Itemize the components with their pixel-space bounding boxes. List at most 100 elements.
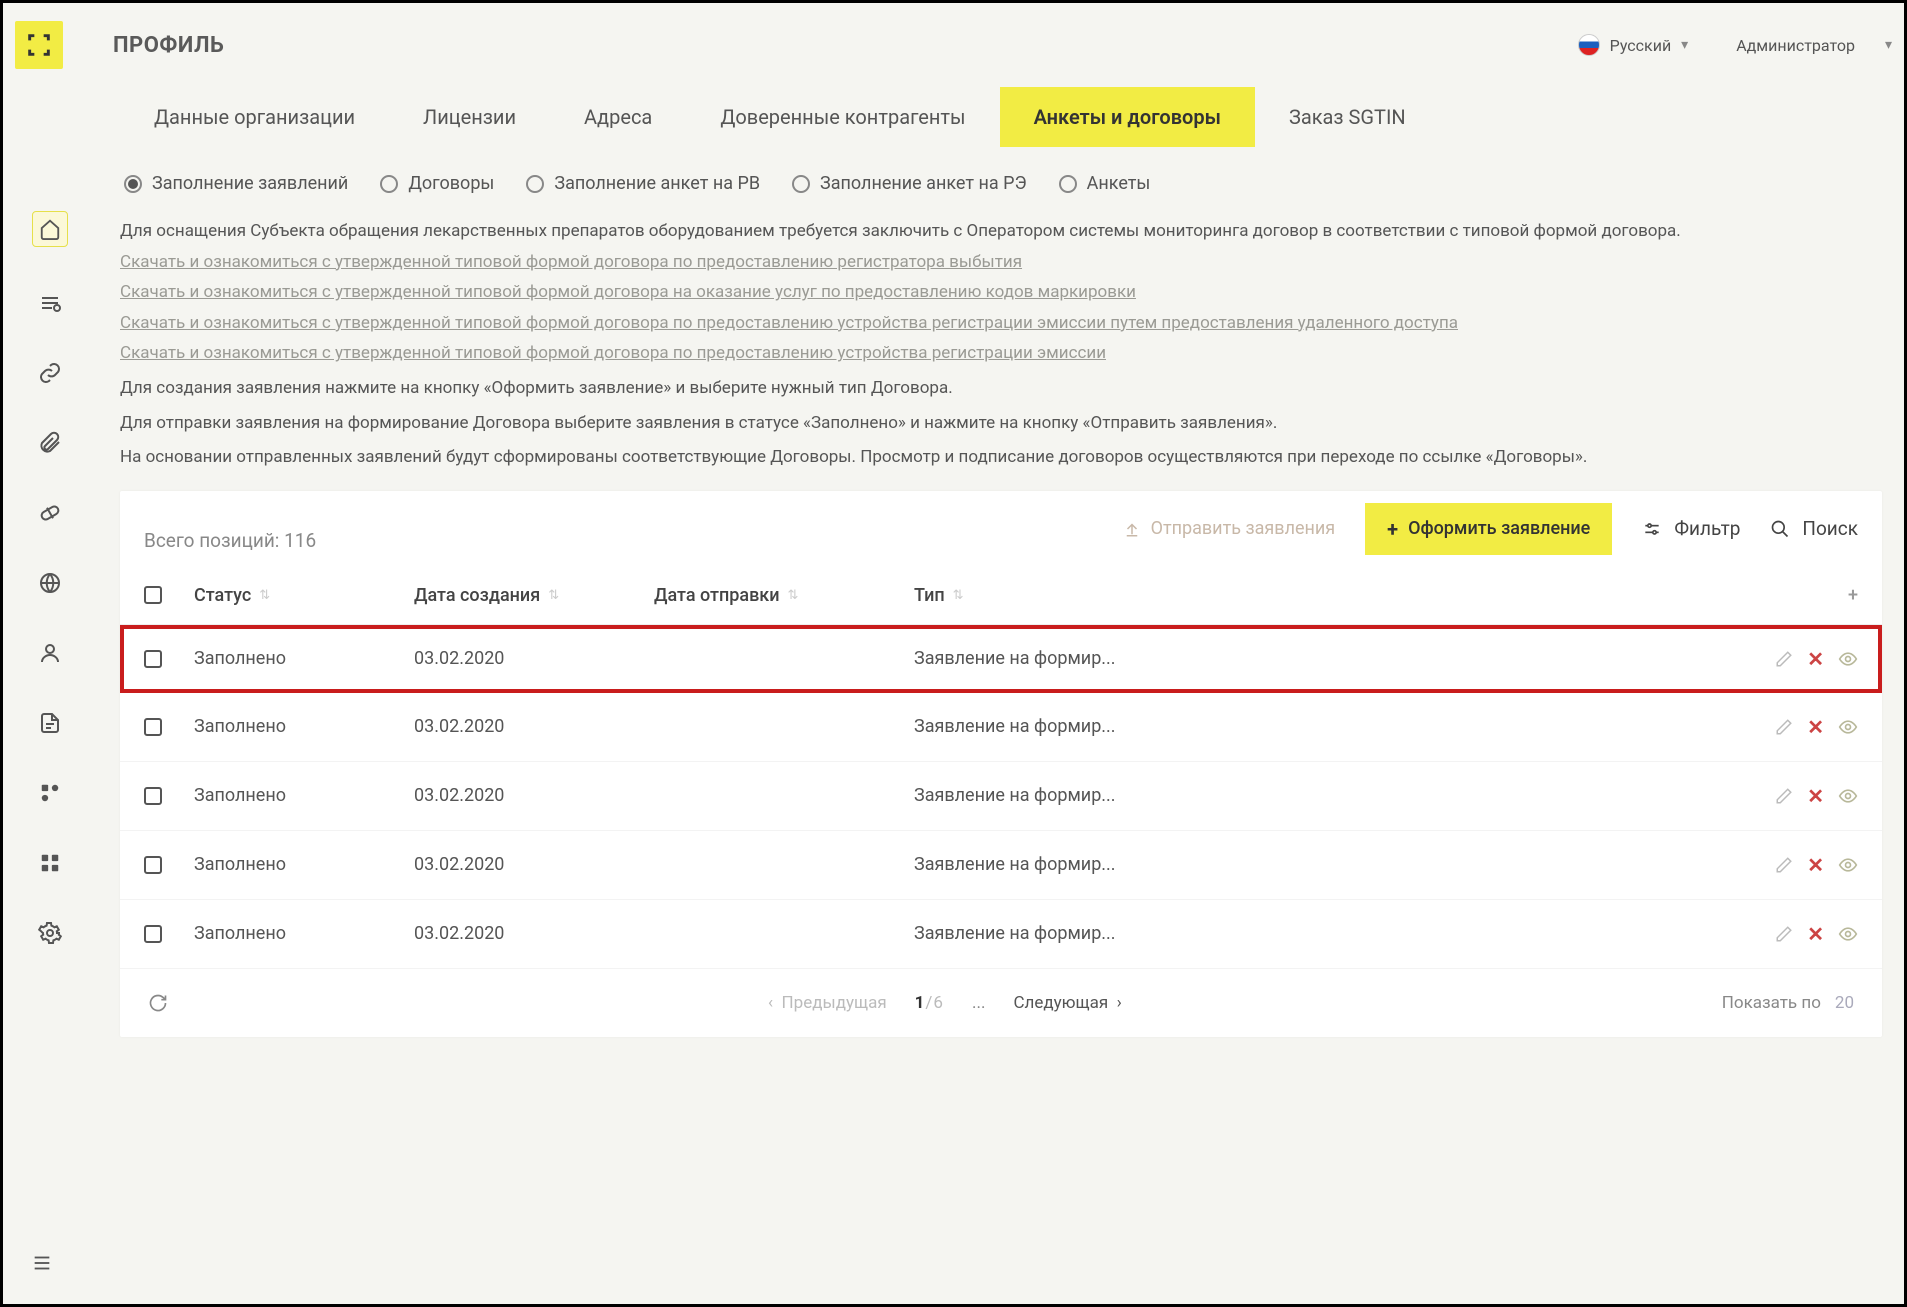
filter-button[interactable]: Фильтр	[1642, 517, 1740, 540]
per-page-value[interactable]: 20	[1835, 993, 1854, 1013]
download-link-2[interactable]: Скачать и ознакомиться с утвержденной ти…	[120, 277, 1882, 308]
radio-0[interactable]: Заполнение заявлений	[124, 173, 348, 194]
row-checkbox[interactable]	[144, 718, 162, 736]
view-icon[interactable]	[1838, 924, 1858, 944]
sidebar-pill[interactable]	[36, 499, 64, 527]
view-icon[interactable]	[1838, 855, 1858, 875]
sidebar-home[interactable]	[32, 211, 68, 247]
row-checkbox[interactable]	[144, 856, 162, 874]
sidebar-attach[interactable]	[36, 429, 64, 457]
sort-icon[interactable]: ⇅	[953, 588, 961, 603]
page-indicator: 1/6	[915, 993, 944, 1013]
per-page-label: Показать по	[1722, 993, 1821, 1013]
cell-type: Заявление на формир...	[914, 716, 1728, 737]
table-row[interactable]: Заполнено03.02.2020Заявление на формир..…	[120, 762, 1882, 831]
select-all-checkbox[interactable]	[144, 586, 162, 604]
info-text: Для создания заявления нажмите на кнопку…	[120, 373, 1882, 404]
tab-5[interactable]: Заказ SGTIN	[1255, 87, 1440, 147]
tab-2[interactable]: Адреса	[550, 87, 686, 147]
edit-icon[interactable]	[1775, 856, 1793, 874]
pagination: ‹ Предыдущая 1/6 ... Следующая › Показат…	[120, 969, 1882, 1037]
sidebar-modules[interactable]	[36, 779, 64, 807]
subtabs-radios: Заполнение заявлений Договоры Заполнение а…	[124, 173, 1882, 194]
sidebar-user[interactable]	[36, 639, 64, 667]
sidebar-registry[interactable]	[36, 289, 64, 317]
table-row[interactable]: Заполнено03.02.2020Заявление на формир..…	[120, 900, 1882, 969]
col-status[interactable]: Статус	[194, 585, 251, 606]
next-page[interactable]: Следующая ›	[1013, 993, 1121, 1013]
cell-status: Заполнено	[194, 648, 414, 669]
delete-icon[interactable]: ✕	[1807, 647, 1824, 671]
sidebar-menu[interactable]	[31, 1252, 53, 1274]
table-row[interactable]: Заполнено03.02.2020Заявление на формир..…	[120, 625, 1882, 693]
table-row[interactable]: Заполнено03.02.2020Заявление на формир..…	[120, 693, 1882, 762]
view-icon[interactable]	[1838, 786, 1858, 806]
delete-icon[interactable]: ✕	[1807, 922, 1824, 946]
delete-icon[interactable]: ✕	[1807, 715, 1824, 739]
col-created[interactable]: Дата создания	[414, 585, 540, 606]
tab-4[interactable]: Анкеты и договоры	[1000, 87, 1255, 147]
sort-icon[interactable]: ⇅	[259, 588, 267, 603]
download-link-4[interactable]: Скачать и ознакомиться с утвержденной ти…	[120, 338, 1882, 369]
sort-icon[interactable]: ⇅	[788, 588, 796, 603]
chevron-down-icon: ▾	[1681, 37, 1688, 53]
plus-icon: +	[1387, 517, 1398, 541]
radio-4[interactable]: Анкеты	[1059, 173, 1151, 194]
row-checkbox[interactable]	[144, 650, 162, 668]
edit-icon[interactable]	[1775, 650, 1793, 668]
radio-label: Договоры	[408, 173, 494, 194]
user-selector[interactable]: Администратор ▾	[1736, 36, 1892, 55]
delete-icon[interactable]: ✕	[1807, 853, 1824, 877]
chevron-down-icon: ▾	[1885, 37, 1892, 53]
edit-icon[interactable]	[1775, 718, 1793, 736]
search-button[interactable]: Поиск	[1770, 517, 1858, 540]
page-title: ПРОФИЛЬ	[113, 33, 224, 58]
sidebar-settings[interactable]	[36, 919, 64, 947]
tab-0[interactable]: Данные организации	[120, 87, 389, 147]
sidebar-doc[interactable]	[36, 709, 64, 737]
radio-2[interactable]: Заполнение анкет на РВ	[526, 173, 760, 194]
create-application-button[interactable]: + Оформить заявление	[1365, 503, 1612, 555]
tab-1[interactable]: Лицензии	[389, 87, 550, 147]
logo-icon	[25, 31, 53, 59]
info-text: На основании отправленных заявлений буду…	[120, 442, 1882, 473]
language-label: Русский	[1610, 36, 1672, 55]
total-count: Всего позиций: 116	[144, 505, 316, 552]
filter-label: Фильтр	[1674, 517, 1740, 540]
radio-circle	[792, 175, 810, 193]
download-link-3[interactable]: Скачать и ознакомиться с утвержденной ти…	[120, 308, 1882, 339]
radio-3[interactable]: Заполнение анкет на РЭ	[792, 173, 1027, 194]
page-dots[interactable]: ...	[972, 993, 985, 1013]
sidebar-link[interactable]	[36, 359, 64, 387]
search-label: Поиск	[1802, 517, 1858, 540]
view-icon[interactable]	[1838, 649, 1858, 669]
radio-label: Заполнение заявлений	[152, 173, 348, 194]
download-link-1[interactable]: Скачать и ознакомиться с утвержденной ти…	[120, 247, 1882, 278]
create-label: Оформить заявление	[1408, 518, 1590, 539]
row-checkbox[interactable]	[144, 787, 162, 805]
sidebar-globe[interactable]	[36, 569, 64, 597]
add-column-button[interactable]: +	[1818, 585, 1858, 606]
table-row[interactable]: Заполнено03.02.2020Заявление на формир..…	[120, 831, 1882, 900]
delete-icon[interactable]: ✕	[1807, 784, 1824, 808]
tab-3[interactable]: Доверенные контрагенты	[686, 87, 999, 147]
language-selector[interactable]: Русский ▾	[1578, 34, 1689, 56]
radio-circle	[1059, 175, 1077, 193]
refresh-button[interactable]	[148, 993, 168, 1013]
radio-circle	[526, 175, 544, 193]
edit-icon[interactable]	[1775, 925, 1793, 943]
info-text: Для отправки заявления на формирование Д…	[120, 408, 1882, 439]
sort-icon[interactable]: ⇅	[548, 588, 556, 603]
view-icon[interactable]	[1838, 717, 1858, 737]
row-checkbox[interactable]	[144, 925, 162, 943]
cell-status: Заполнено	[194, 716, 414, 737]
cell-type: Заявление на формир...	[914, 648, 1728, 669]
radio-1[interactable]: Договоры	[380, 173, 494, 194]
edit-icon[interactable]	[1775, 787, 1793, 805]
sidebar-apps[interactable]	[36, 849, 64, 877]
app-logo[interactable]	[15, 21, 63, 69]
cell-created: 03.02.2020	[414, 785, 654, 806]
col-sent[interactable]: Дата отправки	[654, 585, 780, 606]
col-type[interactable]: Тип	[914, 585, 945, 606]
sidebar	[15, 81, 85, 1037]
